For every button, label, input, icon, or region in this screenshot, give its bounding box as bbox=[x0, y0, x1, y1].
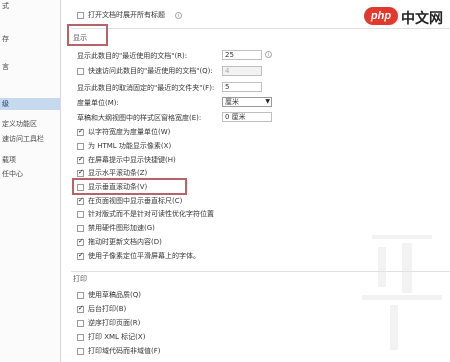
nav-item-format[interactable]: 式 bbox=[0, 0, 60, 12]
option-label: 禁用硬件图形加速(G) bbox=[88, 224, 155, 232]
nav-item-trust-center[interactable]: 任中心 bbox=[0, 168, 60, 180]
option-checkbox[interactable] bbox=[77, 251, 84, 260]
draft-width-label: 草稿和大纲视图中的样式区窗格宽度(E): bbox=[77, 114, 202, 122]
option-label: 使用草稿品质(Q) bbox=[88, 291, 141, 299]
recent-docs-field[interactable]: 25 bbox=[222, 50, 262, 60]
quick-access-label: 快速访问此数目的"最近使用的文档"(Q): bbox=[88, 67, 213, 75]
recent-docs-label: 显示此数目的"最近使用的文档"(R): bbox=[77, 52, 188, 60]
expand-headings-checkbox[interactable] bbox=[77, 12, 84, 19]
option-checkbox[interactable] bbox=[77, 143, 84, 150]
expand-headings-label: 打开文档时展开所有标题 bbox=[88, 11, 165, 19]
option-checkbox[interactable] bbox=[77, 127, 84, 136]
nav-item-customize-ribbon[interactable]: 定义功能区 bbox=[0, 118, 60, 130]
nav-item-addins[interactable]: 载项 bbox=[0, 154, 60, 166]
nav-item-language[interactable]: 言 bbox=[0, 61, 60, 73]
watermark-logo: php 中文网 bbox=[364, 4, 446, 30]
option-label: 在页面视图中显示垂直标尺(C) bbox=[88, 197, 183, 205]
nav-item-quick-access-toolbar[interactable]: 速访问工具栏 bbox=[0, 133, 60, 145]
recent-folders-label: 显示此数目的取消固定的"最近的文件夹"(F): bbox=[77, 84, 215, 92]
nav-item-advanced[interactable]: 级 bbox=[0, 98, 60, 110]
draft-width-field[interactable]: 0 厘米 bbox=[222, 112, 272, 122]
recent-folders-field[interactable]: 5 bbox=[222, 82, 262, 92]
print-section-title: 打印 bbox=[73, 275, 87, 283]
option-label: 在屏幕提示中显示快捷键(H) bbox=[88, 156, 176, 164]
option-label: 逆序打印页面(R) bbox=[88, 319, 141, 327]
option-checkbox[interactable] bbox=[77, 334, 84, 341]
watermark-text: 中文网 bbox=[401, 10, 443, 26]
option-checkbox[interactable] bbox=[77, 211, 84, 218]
option-label: 后台打印(B) bbox=[88, 305, 127, 313]
option-checkbox[interactable] bbox=[77, 304, 84, 313]
units-label: 度量单位(M): bbox=[77, 99, 119, 107]
info-icon: i bbox=[175, 12, 182, 19]
option-label: 打印域代码而非域值(F) bbox=[88, 347, 161, 355]
option-label: 打印 XML 标记(X) bbox=[88, 333, 146, 341]
option-label: 为 HTML 功能显示像素(X) bbox=[88, 142, 172, 150]
option-checkbox[interactable] bbox=[77, 237, 84, 246]
option-checkbox[interactable] bbox=[77, 320, 84, 327]
vertical-scrollbar-highlight bbox=[72, 178, 187, 195]
quick-access-field[interactable]: 4 bbox=[222, 66, 262, 76]
info-icon: i bbox=[265, 51, 272, 58]
option-label: 针对版式而不是针对可读性优化字符位置 bbox=[88, 210, 214, 218]
nav-item-save[interactable]: 存 bbox=[0, 33, 60, 45]
option-label: 以字符宽度为度量单位(W) bbox=[88, 128, 171, 136]
options-nav: 式 存 言 级 定义功能区 速访问工具栏 载项 任中心 bbox=[0, 0, 61, 362]
option-checkbox[interactable] bbox=[77, 155, 84, 164]
option-label: 显示水平滚动条(Z) bbox=[88, 169, 148, 177]
units-select[interactable]: 厘米 ▼ bbox=[222, 97, 272, 107]
quick-access-checkbox[interactable] bbox=[77, 68, 84, 75]
option-label: 拖动时更新文档内容(D) bbox=[88, 238, 162, 246]
units-value: 厘米 bbox=[225, 98, 239, 106]
option-checkbox[interactable] bbox=[77, 225, 84, 232]
php-logo: php bbox=[364, 7, 398, 25]
option-checkbox[interactable] bbox=[77, 348, 84, 355]
option-label: 使用子像素定位平滑屏幕上的字体。 bbox=[88, 252, 200, 260]
option-checkbox[interactable] bbox=[77, 292, 84, 299]
chevron-down-icon: ▼ bbox=[265, 98, 270, 105]
background-watermark bbox=[362, 235, 442, 350]
option-checkbox[interactable] bbox=[77, 168, 84, 177]
option-checkbox[interactable] bbox=[77, 196, 84, 205]
display-title-highlight bbox=[67, 24, 108, 46]
